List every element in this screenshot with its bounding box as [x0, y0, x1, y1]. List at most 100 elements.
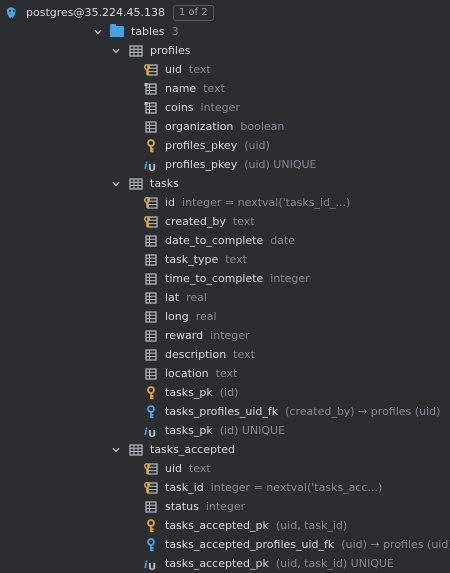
- table-icon: [128, 176, 144, 192]
- column-icon: [143, 252, 159, 268]
- key-column-icon: [143, 214, 159, 230]
- item-name: tasks_accepted_profiles_uid_fk: [165, 538, 335, 551]
- column-icon-notnull: [143, 100, 159, 116]
- column-icon: [143, 309, 159, 325]
- chevron-down-icon[interactable]: [92, 26, 104, 38]
- unique-index-icon: iU: [143, 157, 159, 173]
- item-name: profiles_pkey: [165, 139, 238, 152]
- table-node-tasks[interactable]: tasks: [0, 174, 179, 193]
- tree-item[interactable]: id integer = nextval('tasks_id_...): [0, 193, 350, 212]
- key-column-icon: [143, 195, 159, 211]
- column-icon: [143, 347, 159, 363]
- key-column-icon: [143, 62, 159, 78]
- tree-item[interactable]: i U tasks_pk (id) UNIQUE: [0, 421, 285, 440]
- connection-name: postgres@35.224.45.138: [26, 6, 165, 19]
- item-detail: text: [225, 253, 247, 266]
- table-node-tasks-accepted[interactable]: tasks_accepted: [0, 440, 235, 459]
- tree-item[interactable]: status integer: [0, 497, 245, 516]
- item-name: task_type: [165, 253, 219, 266]
- tree-item[interactable]: tasks_accepted_profiles_uid_fk (uid) → pr…: [0, 535, 450, 554]
- table-node-profiles[interactable]: profiles: [0, 41, 190, 60]
- item-name: name: [165, 82, 197, 95]
- tree-item[interactable]: lat real: [0, 288, 207, 307]
- svg-text:U: U: [148, 429, 156, 439]
- tree-item[interactable]: i U tasks_accepted_pk (uid, task_id) UNIQUE: [0, 554, 394, 573]
- tree-item[interactable]: task_id integer = nextval('tasks_acc...): [0, 478, 382, 497]
- tree-item[interactable]: organization boolean: [0, 117, 284, 136]
- item-name: uid: [165, 462, 183, 475]
- tables-folder-node[interactable]: tables 3: [0, 22, 179, 41]
- tree-item[interactable]: profiles_pkey (uid): [0, 136, 270, 155]
- item-detail: integer = nextval('tasks_acc...): [210, 481, 383, 494]
- item-detail: (uid) UNIQUE: [244, 158, 317, 171]
- column-icon: [143, 290, 159, 306]
- item-detail: text: [203, 82, 225, 95]
- item-name: date_to_complete: [165, 234, 264, 247]
- primary-key-icon: [143, 385, 159, 401]
- item-detail: (created_by) → profiles (uid): [285, 405, 441, 418]
- column-icon: [143, 233, 159, 249]
- item-name: tasks_pk: [165, 386, 213, 399]
- tree-item[interactable]: i U profiles_pkey (uid) UNIQUE: [0, 155, 317, 174]
- item-detail: integer: [200, 101, 240, 114]
- item-name: task_id: [165, 481, 204, 494]
- table-name: tasks: [150, 177, 179, 190]
- table-icon: [128, 442, 144, 458]
- key-column-icon: [143, 461, 159, 477]
- table-icon: [128, 43, 144, 59]
- item-name: tasks_accepted_pk: [165, 557, 269, 570]
- item-detail: integer = nextval('tasks_id_...): [182, 196, 351, 209]
- primary-key-icon: [143, 138, 159, 154]
- tree-item[interactable]: tasks_accepted_pk (uid, task_id): [0, 516, 347, 535]
- item-name: coins: [165, 101, 194, 114]
- item-detail: real: [195, 310, 217, 323]
- tables-folder-label: tables: [131, 25, 165, 38]
- tree-item[interactable]: uid text: [0, 459, 211, 478]
- item-detail: text: [189, 462, 211, 475]
- chevron-down-icon[interactable]: [110, 444, 122, 456]
- column-icon: [143, 119, 159, 135]
- tree-item[interactable]: description text: [0, 345, 255, 364]
- item-detail: (id): [219, 386, 239, 399]
- column-icon: [143, 366, 159, 382]
- item-name: long: [165, 310, 189, 323]
- tree-item[interactable]: created_by text: [0, 212, 255, 231]
- item-name: profiles_pkey: [165, 158, 238, 171]
- item-detail: text: [232, 215, 255, 228]
- connection-node[interactable]: postgres@35.224.45.138 1 of 2: [0, 3, 214, 22]
- page-badge: 1 of 2: [173, 4, 214, 21]
- item-name: status: [165, 500, 199, 513]
- tree-item[interactable]: date_to_complete date: [0, 231, 295, 250]
- tree-item[interactable]: name text: [0, 79, 225, 98]
- chevron-down-icon[interactable]: [110, 45, 122, 57]
- tree-item[interactable]: time_to_complete integer: [0, 269, 310, 288]
- tree-item[interactable]: coins integer: [0, 98, 240, 117]
- chevron-down-icon[interactable]: [110, 178, 122, 190]
- tree-item[interactable]: tasks_pk (id): [0, 383, 238, 402]
- tree-item[interactable]: tasks_profiles_uid_fk (created_by) → prof…: [0, 402, 440, 421]
- foreign-key-icon: [143, 404, 159, 420]
- item-detail: integer: [205, 500, 246, 513]
- column-icon-notnull: [143, 81, 159, 97]
- item-name: organization: [165, 120, 234, 133]
- key-column-icon: [143, 480, 159, 496]
- item-name: tasks_pk: [165, 424, 213, 437]
- tree-item[interactable]: location text: [0, 364, 237, 383]
- tree-item[interactable]: uid text: [0, 60, 211, 79]
- item-name: uid: [165, 63, 183, 76]
- item-name: reward: [165, 329, 204, 342]
- tables-count: 3: [171, 25, 179, 38]
- tree-item[interactable]: long real: [0, 307, 217, 326]
- item-detail: boolean: [240, 120, 285, 133]
- item-name: location: [165, 367, 209, 380]
- item-detail: (uid) → profiles (uid): [341, 538, 450, 551]
- table-name: profiles: [150, 44, 191, 57]
- item-detail: integer: [270, 272, 310, 285]
- item-name: lat: [165, 291, 180, 304]
- foreign-key-icon: [143, 537, 159, 553]
- tree-item[interactable]: reward integer: [0, 326, 250, 345]
- column-icon: [143, 271, 159, 287]
- tree-item[interactable]: task_type text: [0, 250, 247, 269]
- item-detail: integer: [210, 329, 250, 342]
- item-detail: text: [233, 348, 255, 361]
